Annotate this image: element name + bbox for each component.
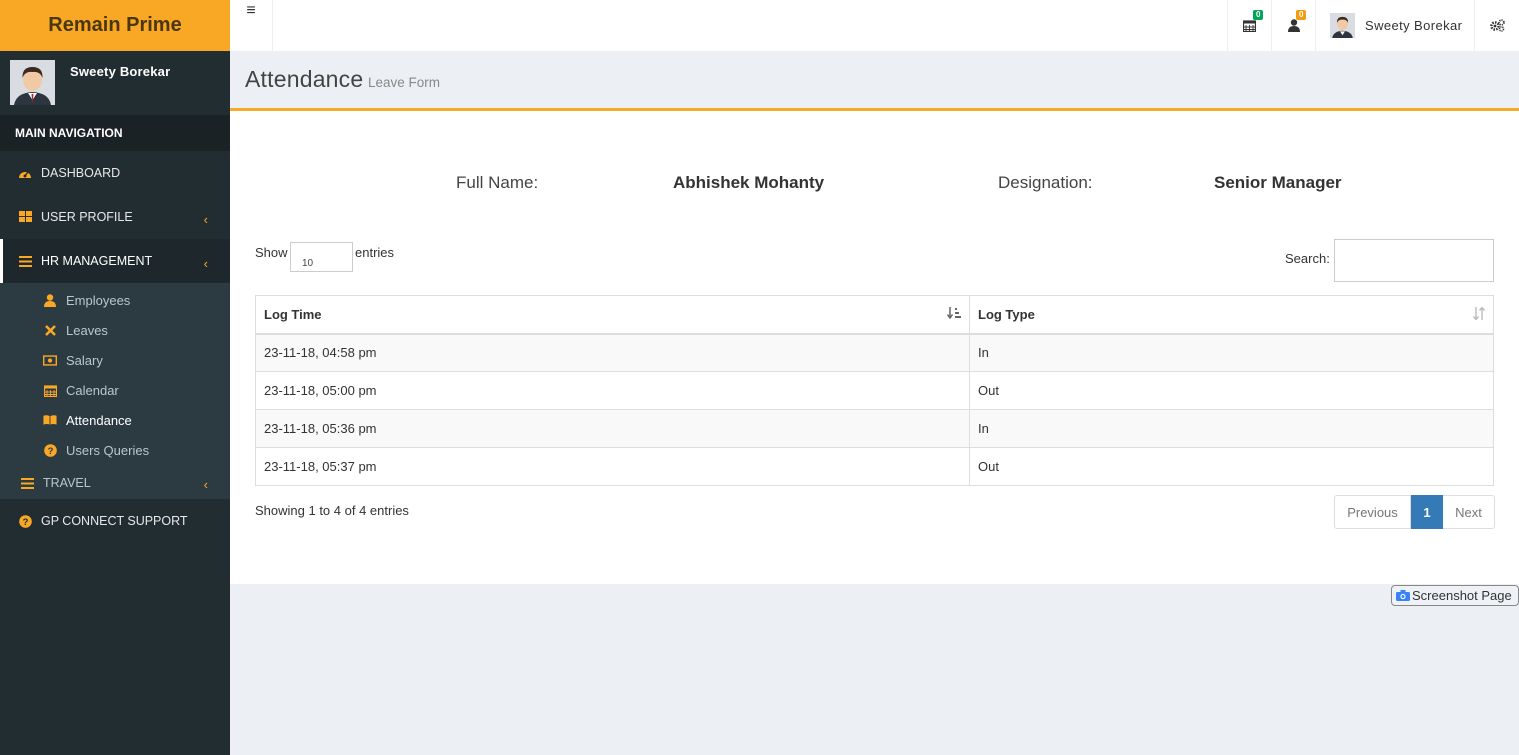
avatar — [10, 60, 55, 105]
page-title: Attendance — [245, 66, 364, 92]
entries-length-select[interactable]: 10 — [290, 242, 353, 272]
sidebar-item-label: Leaves — [66, 322, 108, 338]
user-badge: 0 — [1296, 10, 1307, 20]
bars-icon — [18, 254, 32, 268]
log-type-cell: Out — [969, 371, 1494, 410]
sidebar-item-employees[interactable]: Employees — [0, 285, 230, 315]
chevron-left-icon: ‹ — [203, 212, 208, 227]
sidebar-item-label: HR MANAGEMENT — [41, 254, 153, 268]
page-subtitle: Leave Form — [368, 75, 441, 90]
sidebar-item-salary[interactable]: Salary — [0, 345, 230, 375]
question-circle-icon: ? — [18, 514, 32, 528]
topbar-user-name: Sweety Borekar — [1365, 18, 1463, 33]
designation-label: Designation: — [998, 173, 1093, 192]
next-page-button[interactable]: Next — [1443, 495, 1495, 529]
calendar-icon — [1243, 20, 1256, 32]
content-header: Attendance Leave Form — [230, 51, 1519, 108]
th-large-icon — [18, 210, 32, 224]
sidebar-item-label: TRAVEL — [43, 476, 91, 490]
sidebar-item-leaves[interactable]: Leaves — [0, 315, 230, 345]
full-name-value: Abhishek Mohanty — [673, 173, 825, 192]
table-row: 23-11-18, 05:00 pm Out — [255, 371, 1494, 410]
sidebar-item-label: GP CONNECT SUPPORT — [41, 514, 188, 528]
sidebar: Remain Prime Sweety Borekar MAIN NAVIGAT… — [0, 0, 230, 755]
user-icon — [43, 293, 57, 307]
sort-desc-icon — [946, 307, 961, 323]
sidebar-item-hr-management[interactable]: HR MANAGEMENT ‹ — [0, 239, 230, 283]
log-time-cell: 23-11-18, 05:36 pm — [255, 409, 970, 448]
table-row: 23-11-18, 04:58 pm In — [255, 333, 1494, 372]
log-type-cell: In — [969, 409, 1494, 448]
sidebar-item-travel[interactable]: TRAVEL ‹ — [0, 467, 230, 499]
sidebar-item-dashboard[interactable]: DASHBOARD — [0, 151, 230, 195]
log-time-cell: 23-11-18, 05:37 pm — [255, 447, 970, 486]
chevron-left-icon: ‹ — [203, 256, 208, 271]
hr-submenu: Employees Leaves Salary Calendar Attenda… — [0, 283, 230, 467]
attendance-box: Full Name: Abhishek Mohanty Designation:… — [230, 108, 1519, 584]
calendar-badge: 0 — [1253, 10, 1264, 20]
app-logo[interactable]: Remain Prime — [0, 0, 230, 51]
entries-label: entries — [355, 245, 395, 260]
user-menu[interactable]: Sweety Borekar — [1315, 0, 1474, 51]
sidebar-item-label: Salary — [66, 352, 103, 368]
calendar-icon — [43, 383, 57, 397]
money-icon — [43, 353, 57, 367]
log-time-cell: 23-11-18, 04:58 pm — [255, 333, 970, 372]
book-icon — [43, 413, 57, 427]
log-type-cell: In — [969, 333, 1494, 372]
gears-icon — [1489, 19, 1505, 32]
sidebar-item-label: Employees — [66, 292, 131, 308]
column-header-log-time[interactable]: Log Time — [255, 295, 970, 335]
svg-text:?: ? — [47, 446, 53, 457]
sidebar-item-user-profile[interactable]: USER PROFILE ‹ — [0, 195, 230, 239]
svg-text:?: ? — [22, 517, 28, 528]
calendar-notifications-button[interactable]: 0 — [1227, 0, 1271, 51]
sidebar-item-label: Attendance — [66, 412, 132, 428]
column-label: Log Time — [264, 306, 322, 322]
table-row: 23-11-18, 05:36 pm In — [255, 409, 1494, 448]
page-1-button[interactable]: 1 — [1411, 495, 1443, 529]
sidebar-item-users-queries[interactable]: ? Users Queries — [0, 435, 230, 465]
sidebar-item-label: Users Queries — [66, 442, 150, 458]
sidebar-item-attendance[interactable]: Attendance — [0, 405, 230, 435]
user-icon — [1287, 19, 1300, 32]
sidebar-item-calendar[interactable]: Calendar — [0, 375, 230, 405]
previous-page-button[interactable]: Previous — [1334, 495, 1411, 529]
question-circle-icon: ? — [43, 443, 57, 457]
chevron-left-icon: ‹ — [203, 477, 208, 492]
log-time-cell: 23-11-18, 05:00 pm — [255, 371, 970, 410]
show-label: Show — [255, 245, 288, 260]
pagination: Previous 1 Next — [1334, 495, 1495, 529]
settings-button[interactable] — [1474, 0, 1519, 51]
sidebar-toggle-button[interactable]: ≡ — [230, 0, 273, 51]
sidebar-item-label: Calendar — [66, 382, 119, 398]
search-label: Search: — [1285, 251, 1330, 266]
log-type-cell: Out — [969, 447, 1494, 486]
table-row: 23-11-18, 05:37 pm Out — [255, 447, 1494, 486]
attendance-table: Log Time Log Type 23-11-18, 04:58 pm In — [255, 295, 1494, 486]
user-notifications-button[interactable]: 0 — [1271, 0, 1315, 51]
column-label: Log Type — [978, 306, 1035, 322]
user-panel: Sweety Borekar — [0, 51, 230, 115]
avatar — [1330, 13, 1355, 38]
nav-header: MAIN NAVIGATION — [0, 115, 230, 151]
designation-value: Senior Manager — [1214, 173, 1342, 192]
table-info: Showing 1 to 4 of 4 entries — [255, 503, 409, 518]
sort-icon — [1472, 306, 1486, 323]
bars-icon — [20, 476, 34, 490]
sidebar-item-label: USER PROFILE — [41, 210, 133, 224]
full-name-label: Full Name: — [456, 173, 539, 192]
dashboard-icon — [18, 166, 32, 180]
screenshot-page-button[interactable]: Screenshot Page — [1391, 585, 1519, 606]
screenshot-label: Screenshot Page — [1412, 588, 1512, 603]
column-header-log-type[interactable]: Log Type — [969, 295, 1494, 335]
times-icon — [43, 323, 57, 337]
sidebar-item-gp-connect-support[interactable]: ? GP CONNECT SUPPORT — [0, 499, 230, 543]
search-input[interactable] — [1334, 239, 1494, 282]
camera-icon — [1396, 590, 1410, 601]
sidebar-user-name: Sweety Borekar — [70, 64, 171, 79]
top-navbar: ≡ 0 0 Sweety Borekar — [230, 0, 1519, 51]
sidebar-item-label: DASHBOARD — [41, 166, 121, 180]
